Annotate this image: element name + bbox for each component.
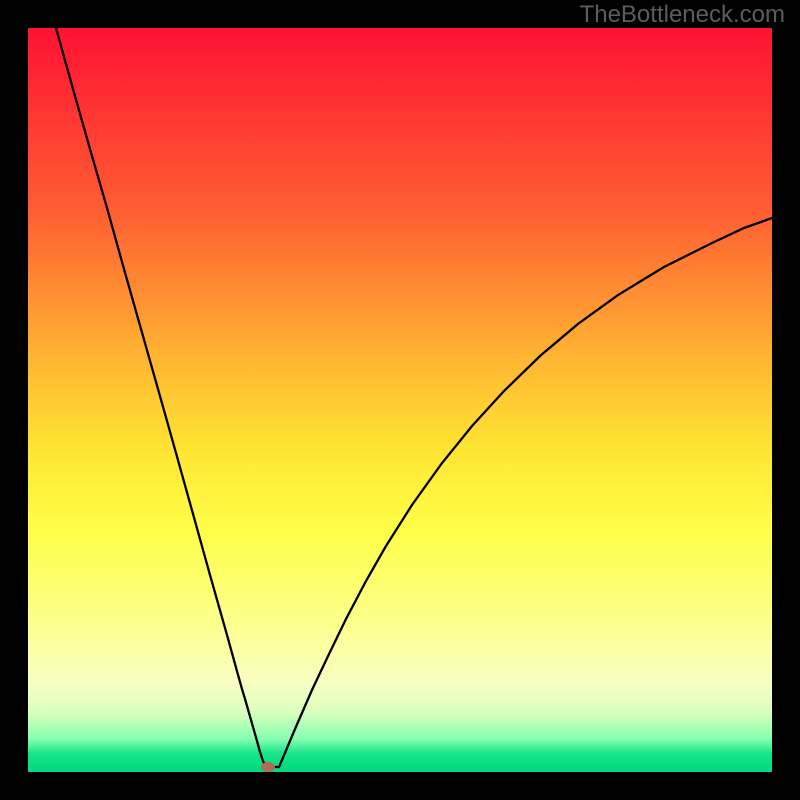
chart-curve	[28, 28, 772, 772]
watermark-text: TheBottleneck.com	[580, 1, 785, 29]
chart-curve-path	[56, 28, 772, 767]
chart-plot-area	[28, 28, 772, 772]
chart-frame: TheBottleneck.com	[0, 0, 800, 800]
chart-marker	[261, 762, 275, 772]
